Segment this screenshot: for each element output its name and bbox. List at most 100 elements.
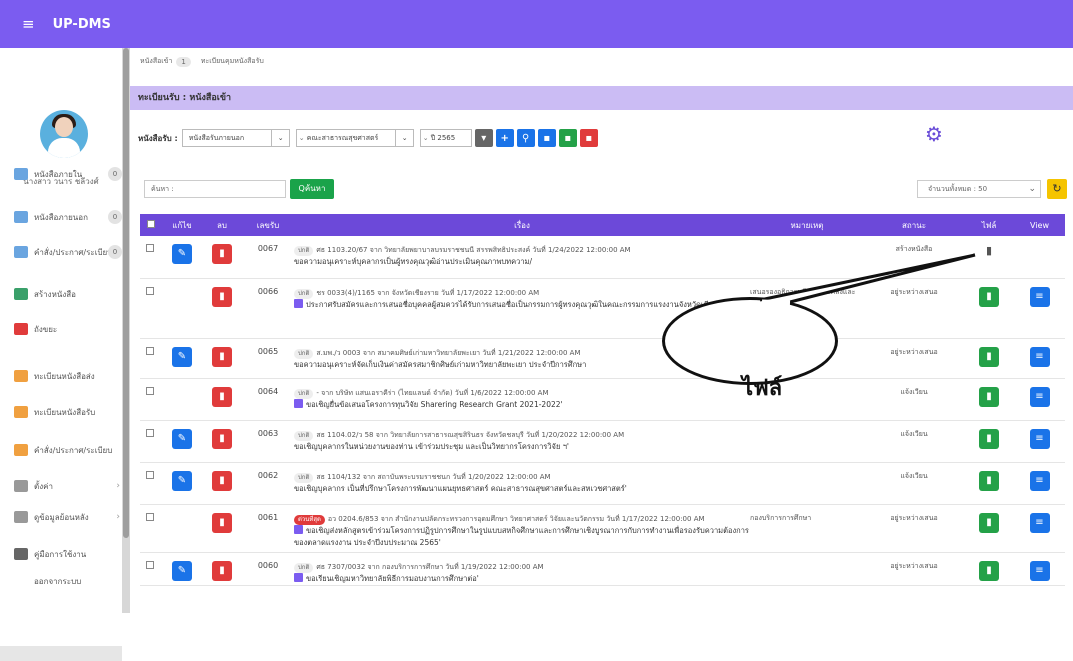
file-icon[interactable]: ▮ <box>986 244 992 257</box>
type-select-arrow[interactable]: ⌄ <box>271 129 290 147</box>
row-checkbox[interactable] <box>146 428 154 437</box>
delete-trash-icon[interactable]: ▮ <box>212 512 232 533</box>
priority-badge: ปกติ <box>294 388 314 399</box>
delete-trash-icon[interactable]: ▮ <box>212 286 232 307</box>
search-filter-icon[interactable]: ⚲ <box>516 129 535 147</box>
edit-pencil-icon[interactable]: ✎ <box>172 346 192 367</box>
sidebar-item-label: คำสั่ง/ประกาศ/ระเบียบ <box>34 445 113 455</box>
delete-trash-icon[interactable]: ▮ <box>212 244 232 264</box>
sidebar-item[interactable]: หนังสือภายใน 0 <box>14 164 122 184</box>
row-checkbox[interactable] <box>146 286 154 295</box>
sidebar-item[interactable]: ถังขยะ <box>14 319 122 339</box>
sidebar-item[interactable]: ดูข้อมูลย้อนหลัง › <box>14 507 122 527</box>
hamburger-menu-icon[interactable]: ≡ <box>22 15 35 33</box>
delete-cell: ▮ <box>202 504 242 553</box>
subject-title[interactable]: ขอเรียนเชิญมหาวิทยาลัยพิธีการมอบงานการศึ… <box>306 574 479 583</box>
delete-cell: ▮ <box>202 278 242 339</box>
row-checkbox[interactable] <box>146 470 154 479</box>
row-checkbox[interactable] <box>146 512 154 521</box>
search-button[interactable]: Qค้นหา <box>290 179 334 199</box>
file-icon[interactable]: ▮ <box>979 560 999 581</box>
file-icon[interactable]: ▮ <box>979 512 999 533</box>
note-cell <box>750 420 864 463</box>
total-select[interactable]: จำนวนทั้งหมด : 50 ⌄ <box>917 180 1041 198</box>
subject-title[interactable]: ประกาศรับสมัครและการเสนอชื่อบุคคลผู้สมคว… <box>306 300 729 309</box>
filter-bar: หนังสือรับ : หนังสือรับภายนอก ⌄ ⌄ คณะสาธา… <box>138 128 598 148</box>
sidebar-item[interactable]: ตั้งค่า › <box>14 476 122 496</box>
subject-title[interactable]: ขอความอนุเคราะห์จัดเก็บเงินค่าสมัครสมาชิ… <box>294 360 586 369</box>
add-icon[interactable]: + <box>495 129 514 147</box>
chevron-right-icon: › <box>116 512 120 522</box>
view-list-icon[interactable]: ≡ <box>1029 386 1050 407</box>
row-checkbox[interactable] <box>146 386 154 395</box>
file-icon[interactable]: ▮ <box>979 286 999 307</box>
row-select-cell <box>140 338 162 379</box>
delete-trash-icon[interactable]: ▮ <box>212 560 232 581</box>
sidebar-item[interactable]: คู่มือการใช้งาน <box>14 544 122 564</box>
delete-trash-icon[interactable]: ▮ <box>212 386 232 407</box>
delete-all-icon[interactable]: ▪ <box>579 129 598 147</box>
sidebar-item[interactable]: ทะเบียนหนังสือรับ <box>14 402 122 422</box>
edit-pencil-icon[interactable]: ✎ <box>172 470 192 491</box>
sidebar-item[interactable]: หนังสือภายนอก 0 <box>14 207 122 227</box>
sidebar-item-label: คำสั่ง/ประกาศ/ระเบียบ <box>34 247 113 257</box>
subject-meta: ชร 0033(4)/1165 จาก จังหวัดเชียงราย วันท… <box>316 288 540 297</box>
row-checkbox[interactable] <box>146 244 154 252</box>
type-select[interactable]: หนังสือรับภายนอก <box>181 129 272 147</box>
table-row: ▮ 0066 ปกติ ชร 0033(4)/1165 จาก จังหวัดเช… <box>140 278 1065 339</box>
sidebar-item[interactable]: ออกจากระบบ <box>14 571 122 591</box>
sidebar-item[interactable]: ทะเบียนหนังสือส่ง <box>14 366 122 386</box>
file-icon[interactable]: ▮ <box>979 386 999 407</box>
subject-meta: สธ 1104.02/ว 58 จาก วิทยาลัยการสาธารณสุข… <box>316 430 625 439</box>
year-select[interactable]: ⌄ ปี 2565 <box>419 129 472 147</box>
delete-trash-icon[interactable]: ▮ <box>212 346 232 367</box>
breadcrumb-incoming[interactable]: หนังสือเข้า <box>140 56 172 67</box>
view-list-icon[interactable]: ≡ <box>1029 470 1050 491</box>
subject-title[interactable]: ขอเชิญยื่นข้อเสนอโครงการทุนวิจัย Shareri… <box>306 400 563 409</box>
delete-trash-icon[interactable]: ▮ <box>212 428 232 449</box>
view-list-icon[interactable]: ≡ <box>1029 560 1050 581</box>
subject-cell: ปกติ สธ 1104/132 จาก สถาบันพระบรมราชชนก ว… <box>294 462 750 505</box>
edit-pencil-icon[interactable]: ✎ <box>172 244 192 264</box>
view-list-icon[interactable]: ≡ <box>1029 286 1050 307</box>
print-icon[interactable]: ▪ <box>537 129 556 147</box>
file-icon[interactable]: ▮ <box>979 428 999 449</box>
settings-gear-icon[interactable]: ⚙ <box>925 122 943 146</box>
faculty-select-arrow[interactable]: ⌄ <box>395 129 414 147</box>
view-list-icon[interactable]: ≡ <box>1029 428 1050 449</box>
file-icon[interactable]: ▮ <box>979 346 999 367</box>
sidebar-item[interactable]: คำสั่ง/ประกาศ/ระเบียบ <box>14 440 122 460</box>
edit-pencil-icon[interactable]: ✎ <box>172 560 192 581</box>
file-cell: ▮ <box>964 278 1014 339</box>
faculty-select[interactable]: ⌄ คณะสาธารณสุขศาสตร์ <box>295 129 396 147</box>
view-list-icon[interactable]: ≡ <box>1029 512 1050 533</box>
priority-badge: ปกติ <box>294 288 314 299</box>
sidebar-item[interactable]: สร้างหนังสือ <box>14 284 122 304</box>
col-number: เลขรับ <box>242 214 294 236</box>
view-list-icon[interactable]: ≡ <box>1029 346 1050 367</box>
year-dropdown-icon[interactable]: ▾ <box>474 129 493 147</box>
view-cell: ≡ <box>1014 338 1065 379</box>
sidebar-item[interactable]: คำสั่ง/ประกาศ/ระเบียบ 0 <box>14 242 122 262</box>
sidebar-scrollbar[interactable] <box>122 48 130 613</box>
status-cell: อยู่ระหว่างเสนอ <box>864 278 964 339</box>
edit-pencil-icon[interactable]: ✎ <box>172 428 192 449</box>
subject-title[interactable]: ขอเชิญส่งหลักสูตรเข้าร่วมโครงการปฏิรูปกา… <box>294 526 749 547</box>
subject-title[interactable]: ขอเชิญบุคลากรในหน่วยงานของท่าน เข้าร่วมป… <box>294 442 569 451</box>
delete-cell: ▮ <box>202 462 242 505</box>
select-all-checkbox[interactable] <box>147 220 155 228</box>
refresh-icon[interactable]: ↻ <box>1047 179 1067 199</box>
row-select-cell <box>140 236 162 279</box>
export-icon[interactable]: ▪ <box>558 129 577 147</box>
row-checkbox[interactable] <box>146 346 154 355</box>
subject-title[interactable]: ขอเชิญบุคลากร เป็นที่ปรึกษาโครงการพัฒนาแ… <box>294 484 627 493</box>
search-input[interactable]: ค้นหา : <box>144 180 286 198</box>
subject-title[interactable]: ขอความอนุเคราะห์บุคลากรเป็นผู้ทรงคุณวุฒิ… <box>294 257 532 266</box>
delete-trash-icon[interactable]: ▮ <box>212 470 232 491</box>
sidebar-horizontal-scrollbar[interactable] <box>0 646 122 661</box>
breadcrumb-register[interactable]: ทะเบียนคุมหนังสือรับ <box>201 56 264 67</box>
view-cell: ≡ <box>1014 278 1065 339</box>
row-checkbox[interactable] <box>146 560 154 569</box>
file-icon[interactable]: ▮ <box>979 470 999 491</box>
sidebar-item-label: ดูข้อมูลย้อนหลัง <box>34 512 89 522</box>
